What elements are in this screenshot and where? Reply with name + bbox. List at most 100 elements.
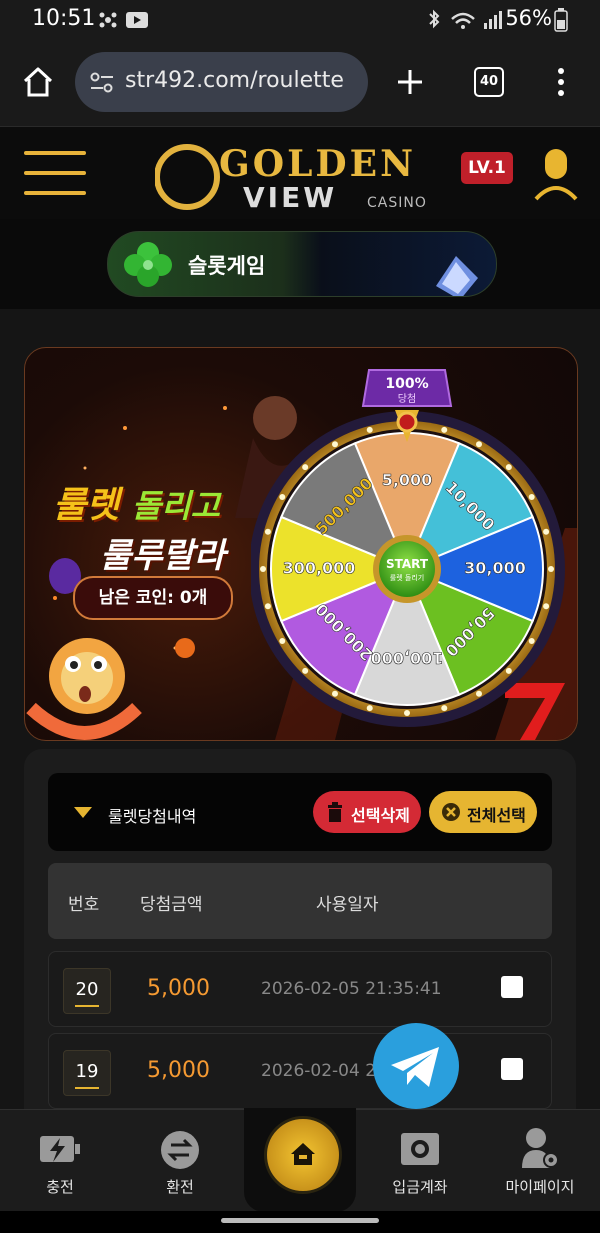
rim-light: [441, 426, 448, 433]
nav-charge-label: 충전: [46, 1178, 74, 1196]
rim-light: [441, 705, 448, 712]
status-time: 10:51: [32, 6, 96, 31]
telegram-icon: [391, 1047, 439, 1087]
house-icon: [291, 1143, 315, 1165]
home-button-circle[interactable]: [264, 1116, 342, 1194]
nav-home[interactable]: [244, 1108, 356, 1212]
rim-light: [302, 667, 309, 674]
battery-percent: 56%: [505, 6, 552, 30]
roulette-banner: 룰렛 돌리고 룰루랄라 남은 코인: 0개 5,000 10,000 30,000 5…: [24, 347, 578, 741]
banner-title-1b: 돌리고: [131, 487, 221, 525]
banner-title-1a: 룰렛: [53, 485, 120, 526]
delete-selected-button[interactable]: 선택삭제: [313, 791, 421, 833]
nav-exchange-label: 환전: [166, 1178, 194, 1196]
rim-light: [528, 494, 535, 500]
menu-dots-icon[interactable]: [555, 66, 567, 98]
hamburger-menu-icon[interactable]: [24, 151, 86, 195]
golden-view-casino-logo[interactable]: G GOLDEN VIEW CASINO: [154, 135, 445, 215]
wheel-segment-label: 100,000: [371, 649, 444, 668]
rim-light: [366, 426, 373, 433]
x-circle-icon: [442, 803, 460, 821]
select-all-label: 전체선택: [467, 806, 526, 825]
row-number-text: 20: [75, 979, 99, 1000]
banner-title-2: 룰루랄라: [100, 536, 226, 576]
logo-text-bottom: VIEW: [243, 181, 338, 214]
slot-game-button[interactable]: 슬롯게임: [107, 231, 497, 297]
nav-mypage[interactable]: 마이페이지: [480, 1110, 600, 1212]
row-checkbox[interactable]: [501, 976, 523, 998]
site-header: G GOLDEN VIEW CASINO LV.1: [0, 126, 600, 221]
nav-mypage-label: 마이페이지: [505, 1178, 575, 1196]
wheel-badge-sub: 당첨: [398, 393, 416, 405]
gesture-bar: [0, 1211, 600, 1233]
new-tab-icon[interactable]: [395, 67, 425, 97]
category-bar: 슬롯게임: [0, 219, 600, 309]
rim-light: [543, 528, 550, 535]
site-settings-icon[interactable]: [89, 72, 115, 94]
browser-toolbar: str492.com/roulette 40: [0, 40, 600, 126]
nav-deposit-account-label: 입금계좌: [392, 1178, 448, 1196]
telegram-button[interactable]: [373, 1023, 459, 1109]
bottom-navigation: 충전 환전 입금계좌 마이페이지: [0, 1108, 600, 1212]
start-label: START: [386, 557, 429, 571]
logo-text-suffix: CASINO: [367, 195, 427, 211]
logo-text-top: GOLDEN: [219, 143, 416, 185]
rim-light: [528, 638, 535, 644]
select-all-button[interactable]: 전체선택: [429, 791, 537, 833]
roulette-history-panel: 룰렛당첨내역 선택삭제 전체선택 번호 당첨금액 사용일자 20 5,000 2: [24, 749, 576, 1135]
row-number-text: 19: [75, 1061, 99, 1082]
table-row: 19 5,000 2026-02-04 21:39:15: [48, 1033, 552, 1109]
rim-light: [476, 441, 482, 448]
row-number: 20: [63, 968, 111, 1014]
wheel-badge: 100%: [385, 376, 428, 392]
wheel-segment-label: 5,000: [382, 471, 433, 490]
row-checkbox[interactable]: [501, 1058, 523, 1080]
row-number: 19: [63, 1050, 111, 1096]
gem-icon: [436, 256, 478, 296]
rim-light: [264, 603, 271, 610]
rim-light: [505, 667, 512, 674]
nav-charge[interactable]: 충전: [0, 1110, 120, 1212]
notification-icons: [99, 12, 148, 28]
rim-light: [548, 566, 554, 572]
url-text[interactable]: str492.com/roulette: [125, 68, 344, 93]
rim-light: [279, 638, 286, 644]
main-content: 룰렛 돌리고 룰루랄라 남은 코인: 0개 5,000 10,000 30,000 5…: [0, 309, 600, 1135]
row-date: 2026-02-05 21:35:41: [261, 979, 442, 999]
caret-down-icon[interactable]: [74, 807, 92, 819]
roulette-wheel[interactable]: 5,000 10,00030,00050,000100,000200,000300…: [251, 366, 573, 738]
slot-game-label: 슬롯게임: [188, 254, 266, 278]
system-icons: [429, 9, 502, 29]
battery-icon: [554, 8, 568, 32]
nav-deposit-account[interactable]: 입금계좌: [360, 1110, 480, 1212]
home-icon[interactable]: [22, 66, 54, 98]
address-bar[interactable]: str492.com/roulette: [75, 52, 368, 112]
history-title: 룰렛당첨내역: [108, 807, 197, 826]
tab-switcher-button[interactable]: 40: [474, 67, 504, 97]
table-row: 20 5,000 2026-02-05 21:35:41: [48, 951, 552, 1027]
rim-light: [404, 710, 410, 716]
history-table-header: 번호 당첨금액 사용일자: [48, 863, 552, 939]
banner-title-1: 룰렛 돌리고: [53, 476, 220, 528]
rim-light: [476, 690, 482, 697]
rim-light: [264, 528, 271, 535]
col-date: 사용일자: [316, 895, 379, 915]
account-card-icon: [401, 1133, 439, 1165]
rim-light: [302, 464, 309, 471]
col-amount: 당첨금액: [140, 895, 203, 915]
trash-icon: [328, 802, 342, 822]
remaining-coins-badge: 남은 코인: 0개: [73, 576, 233, 620]
rim-light: [366, 705, 373, 712]
level-badge: LV.1: [461, 152, 513, 184]
row-amount: 5,000: [147, 976, 210, 1001]
start-sub-label: 룰렛 돌리기: [390, 573, 424, 582]
wheel-segment-label: 300,000: [283, 559, 356, 578]
rim-light: [543, 603, 550, 610]
battery-charge-icon: [40, 1136, 80, 1162]
exchange-icon: [161, 1131, 199, 1169]
nav-exchange[interactable]: 환전: [120, 1110, 240, 1212]
user-profile-icon[interactable]: [533, 147, 579, 203]
col-number: 번호: [68, 895, 100, 915]
wheel-segment-label: 30,000: [464, 559, 526, 578]
clover-icon: [124, 242, 172, 287]
